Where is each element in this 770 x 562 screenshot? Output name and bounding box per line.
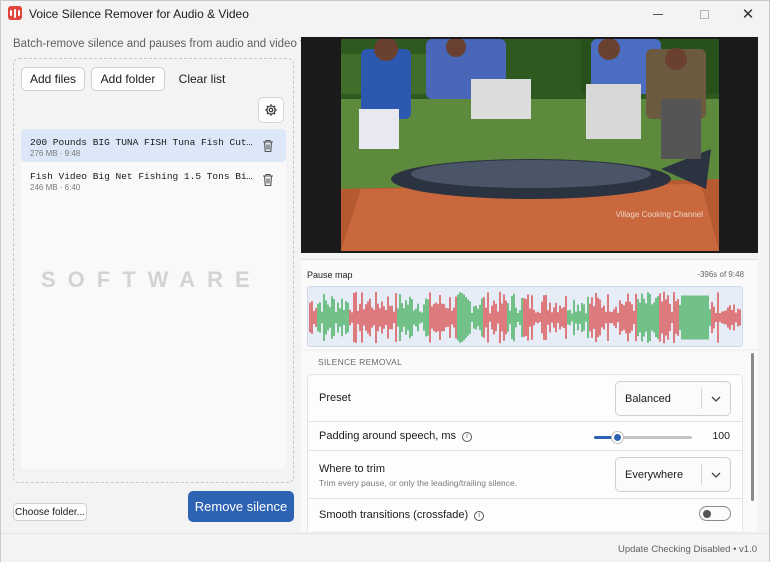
file-meta: 246 MB · 6:40 [30,183,81,192]
chevron-down-icon [711,396,721,402]
list-item[interactable]: Fish Video Big Net Fishing 1.5 Tons Big … [21,163,286,196]
padding-label: Padding around speech, ms [319,430,456,442]
trash-icon[interactable] [262,173,274,187]
trim-value: Everywhere [625,468,684,481]
file-name: 200 Pounds BIG TUNA FISH Tuna Fish Cutti… [30,137,256,148]
add-folder-button[interactable]: Add folder [91,67,165,91]
file-list: 200 Pounds BIG TUNA FISH Tuna Fish Cutti… [21,129,286,469]
trim-label: Where to trim [319,463,386,475]
trim-row: Where to trim Trim every pause, or only … [307,450,743,499]
app-window: Voice Silence Remover for Audio & Video … [0,0,770,562]
pause-map-summary: -396s of 9:48 [697,270,744,279]
close-icon: ✕ [741,5,755,23]
maximize-button[interactable] [681,1,727,27]
pause-map-panel: Pause map -396s of 9:48 [301,259,758,349]
smooth-label-wrap: Smooth transitions (crossfade) i [319,509,485,521]
settings-scrollbar[interactable] [751,353,754,501]
chevron-down-icon [711,472,721,478]
toggle-knob [703,510,711,518]
silence-removal-panel: SILENCE REMOVAL Preset Balanced Padding … [301,351,758,531]
video-preview: Village Cooking Channel [301,37,758,253]
app-logo-icon [8,6,22,20]
trim-description: Trim every pause, or only the leading/tr… [319,478,518,488]
padding-slider[interactable] [594,432,692,443]
padding-row: Padding around speech, ms i 100 [307,421,743,451]
video-watermark: Village Cooking Channel [615,210,703,219]
trash-icon[interactable] [262,139,274,153]
padding-label-wrap: Padding around speech, ms i [319,430,472,442]
info-icon[interactable]: i [474,511,485,521]
smooth-label: Smooth transitions (crossfade) [319,509,469,521]
trim-select[interactable]: Everywhere [615,457,731,492]
preset-value: Balanced [625,392,671,405]
add-files-button[interactable]: Add files [21,67,85,91]
remove-silence-button[interactable]: Remove silence [188,491,294,522]
clear-list-button[interactable]: Clear list [171,67,233,91]
file-name: Fish Video Big Net Fishing 1.5 Tons Big … [30,171,256,182]
app-subtitle: Batch-remove silence and pauses from aud… [13,38,324,50]
list-item[interactable]: 200 Pounds BIG TUNA FISH Tuna Fish Cutti… [21,129,286,162]
settings-button[interactable] [258,97,284,123]
smooth-row: Smooth transitions (crossfade) i [307,498,743,531]
close-button[interactable]: ✕ [725,1,770,27]
section-title: SILENCE REMOVAL [318,357,403,367]
padding-value: 100 [712,430,730,442]
video-frame: Village Cooking Channel [341,39,719,251]
title-bar: Voice Silence Remover for Audio & Video … [1,1,769,27]
window-title: Voice Silence Remover for Audio & Video [29,7,249,21]
status-text: Update Checking Disabled • v1.0 [617,544,757,555]
choose-folder-button[interactable]: Choose folder... [13,503,87,521]
waveform-graphic [309,291,741,344]
crossfade-toggle[interactable] [699,506,731,521]
minimize-icon [653,13,663,15]
gear-icon [265,104,277,116]
file-meta: 276 MB · 9:48 [30,149,81,158]
brand-watermark: SOFTWARE [41,267,262,292]
minimize-button[interactable] [635,1,681,27]
slider-thumb[interactable] [611,432,623,443]
info-icon[interactable]: i [461,432,472,442]
preset-select[interactable]: Balanced [615,381,731,416]
preset-row: Preset Balanced [307,374,743,422]
preset-label: Preset [319,392,351,404]
status-bar: Update Checking Disabled • v1.0 [1,533,769,562]
pause-map-label: Pause map [307,270,353,280]
maximize-icon [699,9,709,19]
pause-map-waveform[interactable] [307,286,743,347]
video-frame-image [341,39,719,251]
